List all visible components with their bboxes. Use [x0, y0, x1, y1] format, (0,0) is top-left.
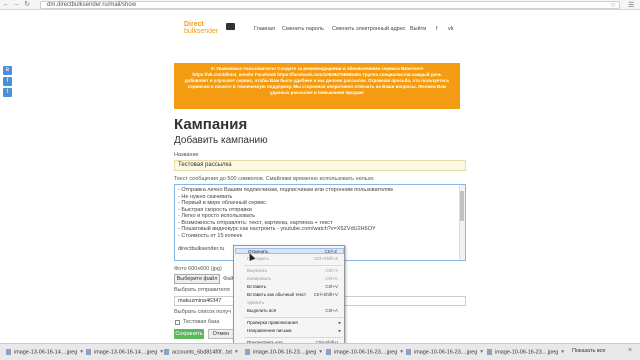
browser-toolbar: ← → ↻ dm.directbulksender.ru/mail/show ☆… — [0, 0, 640, 10]
download-item[interactable]: image-10-06-16-23....jpeg ▾ — [487, 349, 564, 357]
download-filename: image-10-06-16-23....jpeg — [334, 349, 398, 356]
ctx-shortcut: Ctrl+V — [325, 284, 338, 289]
ctx-paste[interactable]: Вставить Ctrl+V — [235, 284, 344, 290]
nav-change-email[interactable]: Сменить электронный адрес — [332, 26, 406, 32]
ctx-paste-plain[interactable]: Вставить как обычный текст Ctrl+Shift+V — [235, 292, 344, 298]
ctx-select-all[interactable]: Выделить всё Ctrl+A — [235, 308, 344, 314]
envelope-icon — [226, 23, 235, 30]
ctx-separator — [244, 317, 343, 318]
photo-label: Фото 600x600 (jpg) — [174, 266, 222, 272]
left-social-bar: в f t — [3, 66, 12, 99]
download-item[interactable]: image-10-06-16-23....jpeg ▾ — [406, 349, 483, 357]
ctx-spellcheck[interactable]: Проверка правописания ▸ — [235, 320, 344, 326]
show-all-downloads-link[interactable]: Показать все — [572, 348, 606, 354]
sender-select-right[interactable] — [340, 296, 466, 306]
close-icon[interactable]: × — [628, 347, 632, 354]
sender-select[interactable]: makuzmina46347 — [174, 296, 234, 306]
reload-icon[interactable]: ↻ — [23, 1, 31, 9]
forward-icon[interactable]: → — [12, 1, 20, 9]
nav-change-password[interactable]: Сменить пароль — [282, 26, 324, 32]
download-item[interactable]: image-10-06-16-23....jpeg ▾ — [245, 349, 322, 357]
star-icon[interactable]: ☆ — [610, 1, 616, 9]
ctx-separator — [244, 265, 343, 266]
file-icon — [86, 349, 91, 355]
ctx-shortcut: Ctrl+X — [325, 268, 338, 273]
chevron-down-icon[interactable]: ▾ — [319, 349, 322, 355]
scroll-thumb[interactable] — [460, 191, 464, 221]
test-base-label: Тестовая база — [183, 319, 220, 325]
file-icon — [487, 349, 492, 355]
chevron-down-icon[interactable]: ▾ — [400, 349, 403, 355]
download-filename: image-13-06-16-14....jpeg — [14, 349, 78, 356]
downloads-bar: image-13-06-16-14....jpeg ▾ image-13-06-1… — [0, 343, 640, 360]
file-icon — [406, 349, 411, 355]
facebook-share-icon[interactable]: f — [3, 77, 12, 86]
ctx-label: Вставить как обычный текст — [247, 292, 307, 297]
address-bar[interactable]: dm.directbulksender.ru/mail/show — [40, 1, 620, 9]
ctx-delete[interactable]: Удалить — [235, 300, 344, 306]
nav-vk[interactable]: vk — [448, 26, 454, 32]
download-filename: image-13-06-16-14....jpeg — [94, 349, 158, 356]
ctx-copy[interactable]: Копировать Ctrl+C — [235, 276, 344, 282]
nav-home[interactable]: Главная — [254, 26, 275, 32]
chevron-right-icon: ▸ — [338, 328, 341, 333]
message-label: Текст сообщения до 500 символов. Смайлик… — [174, 176, 375, 182]
chevron-right-icon: ▸ — [338, 320, 341, 325]
ctx-writing-direction[interactable]: Направление письма ▸ — [235, 328, 344, 334]
sender-label: Выбрать отправителя — [174, 287, 230, 293]
logo-line1: Direct — [184, 21, 204, 28]
chevron-down-icon[interactable]: ▾ — [480, 349, 483, 355]
cancel-button[interactable]: Отмен — [208, 329, 234, 339]
page-subtitle: Добавить кампанию — [174, 135, 268, 146]
ctx-label: Копировать — [247, 276, 272, 281]
list-label: Выбрать список получ — [174, 309, 232, 315]
ctx-shortcut: Ctrl+Z — [324, 249, 337, 254]
ctx-label: Вырезать — [247, 268, 268, 273]
chevron-down-icon[interactable]: ▾ — [80, 349, 83, 355]
chevron-down-icon[interactable]: ▾ — [160, 349, 163, 355]
choose-file-button[interactable]: Выберите файл — [174, 274, 220, 284]
download-filename: image-10-06-16-23....jpeg — [414, 349, 478, 356]
site-logo[interactable]: Direct bulksender — [184, 21, 240, 37]
chevron-down-icon[interactable]: ▾ — [561, 349, 564, 355]
file-icon — [164, 349, 169, 355]
twitter-share-icon[interactable]: t — [3, 88, 12, 97]
logo-line2: bulksender — [184, 28, 219, 35]
download-filename: accounts_6bd814f0f...txt — [172, 349, 232, 356]
ctx-shortcut: Ctrl+Shift+V — [313, 292, 338, 297]
page-title: Кампания — [174, 116, 248, 133]
textarea-scrollbar[interactable] — [459, 185, 465, 260]
file-status: Фай — [223, 276, 234, 282]
download-item[interactable]: image-13-06-16-14....jpeg ▾ — [6, 349, 83, 357]
ctx-separator — [244, 337, 343, 338]
campaign-name-input[interactable]: Тестовая рассылка — [174, 160, 466, 171]
ctx-cut[interactable]: Вырезать Ctrl+X — [235, 268, 344, 274]
download-item[interactable]: accounts_6bd814f0f...txt ▾ — [164, 349, 238, 357]
ctx-shortcut: Ctrl+A — [325, 308, 338, 313]
chevron-down-icon[interactable]: ▾ — [235, 349, 238, 355]
notice-banner: !!! Уважаемые пользователи! Следите за р… — [174, 63, 460, 109]
ctx-label: Вставить — [247, 284, 267, 289]
menu-icon[interactable]: ☰ — [628, 1, 634, 9]
vk-share-icon[interactable]: в — [3, 66, 12, 75]
ctx-shortcut: Ctrl+C — [325, 276, 338, 281]
ctx-shortcut: Ctrl+Shift+Z — [313, 256, 338, 261]
download-item[interactable]: image-10-06-16-23....jpeg ▾ — [326, 349, 403, 357]
nav-logout[interactable]: Выйти — [410, 26, 426, 32]
file-icon — [326, 349, 331, 355]
download-item[interactable]: image-13-06-16-14....jpeg ▾ — [86, 349, 163, 357]
ctx-label: Направление письма — [247, 328, 292, 333]
save-button[interactable]: Сохранить — [174, 329, 204, 339]
ctx-label: Проверка правописания — [247, 320, 298, 325]
ctx-label: Выделить всё — [247, 308, 277, 313]
file-icon — [6, 349, 11, 355]
name-label: Название — [174, 152, 199, 158]
nav-facebook[interactable]: f — [436, 26, 438, 32]
ctx-label: Удалить — [247, 300, 265, 305]
back-icon[interactable]: ← — [2, 1, 10, 9]
test-base-checkbox[interactable] — [175, 320, 180, 325]
file-icon — [245, 349, 250, 355]
download-filename: image-10-06-16-23....jpeg — [495, 349, 559, 356]
download-filename: image-10-06-16-23....jpeg — [253, 349, 317, 356]
